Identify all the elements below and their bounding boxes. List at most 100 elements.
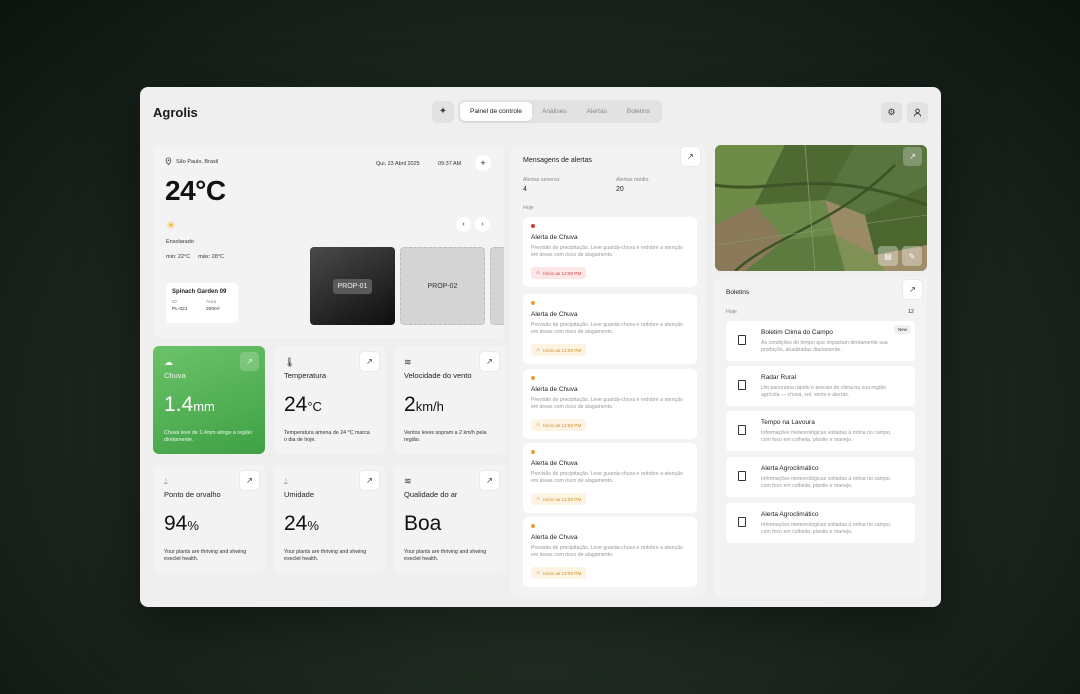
air-icon: ≋ [404,476,412,486]
metric-description: Your plants are thriving and shwing exec… [164,549,247,563]
alert-severity-dot [531,224,535,228]
alert-severity-dot [531,450,535,454]
bulletin-description: As condições do tempo que impactam diret… [761,340,888,353]
metric-description: Your plants are thriving and shwing exec… [404,549,487,563]
metric-value: Boa [404,512,442,535]
expand-arrow-icon[interactable]: ↗ [240,471,259,490]
property-area-label: Área [206,300,217,305]
mid-alerts-count: 20 [616,186,624,193]
bulletin-item[interactable]: Tempo na Lavoura Informações meteorológic… [726,411,915,451]
sparkle-icon[interactable]: ✦ [432,100,454,123]
metric-title: Ponto de orvalho [164,490,221,499]
location: São Paulo, Brasil [165,157,218,167]
bulletin-title: Radar Rural [761,374,797,381]
expand-arrow-icon[interactable]: ↗ [360,352,379,371]
pencil-icon[interactable]: ✎ [902,246,922,266]
metric-title: Velocidade do vento [404,371,472,380]
thermometer-icon: 🌡︎ [284,357,296,367]
alert-description: Previsão de precipitação. Leve guarda-ch… [531,322,683,336]
alert-item[interactable]: Alerta de Chuva Previsão de precipitação.… [523,443,697,513]
alert-item[interactable]: Alerta de Chuva Previsão de precipitação.… [523,517,697,587]
sun-icon: ☀ [166,220,176,232]
mid-alerts-stat: Alertas médio 20 [616,177,649,193]
property-tile-1[interactable]: PROP-01 [310,247,395,325]
document-icon [738,425,746,435]
bulletins-title: Boletins [726,289,750,296]
dew-point-card[interactable]: 💧︎ ↗ Ponto de orvalho 94% Your plants ar… [153,465,265,573]
air-quality-card[interactable]: ≋ ↗ Qualidade do ar Boa Your plants are … [393,465,505,573]
tab-analises[interactable]: Análises [532,102,577,121]
alert-time-badge: ⚠ Início as 12:00 PM [531,419,587,431]
alerts-title: Mensagens de alertas [523,157,592,164]
settings-icon[interactable]: ⚙ [881,102,902,123]
carousel-nav: ‹ › [456,217,490,232]
tab-alertas[interactable]: Alertas [577,102,617,121]
bulletin-description: Um panorama rápido e preciso do clima na… [761,385,886,398]
alert-item[interactable]: Alerta de Chuva Previsão de precipitação.… [523,369,697,439]
bulletin-item[interactable]: Alerta Agroclimático Informações meteorol… [726,457,915,497]
property-id-value: PL-02J [172,307,188,312]
max-temp: máx: 28°C [198,254,224,260]
warning-icon: ⚠ [536,270,541,275]
metric-title: Chuva [164,371,186,380]
alert-title: Alerta de Chuva [531,534,578,541]
expand-arrow-icon[interactable]: ↗ [360,471,379,490]
app-window: Agrolis ✦ Painel de controle Análises Al… [140,87,941,607]
humidity-card[interactable]: 💧︎ ↗ Umidade 24% Your plants are thrivin… [273,465,385,573]
droplet-icon: 💧︎ [284,476,288,486]
alert-severity-dot [531,376,535,380]
severe-alerts-stat: Alertas severos 4 [523,177,560,193]
metric-title: Qualidade do ar [404,490,458,499]
user-icon[interactable] [907,102,928,123]
current-temperature: 24°C [165,175,226,206]
weather-condition: Ensolarado [166,239,194,245]
bulletin-description: Informações meteorológicas voltadas à ro… [761,476,892,489]
property-tile-3[interactable] [490,247,504,325]
expand-arrow-icon[interactable]: ↗ [480,352,499,371]
bulletin-item[interactable]: Radar Rural Um panorama rápido e preciso … [726,366,915,406]
property-tile-2[interactable]: PROP-02 [400,247,485,325]
alert-item[interactable]: Alerta de Chuva Previsão de precipitação.… [523,294,697,364]
temperature-card[interactable]: 🌡︎ ↗ Temperatura 24°C Temperatura amena … [273,346,385,454]
alert-time-badge: ⚠ Início as 12:00 PM [531,493,587,505]
tab-boletins[interactable]: Boletins [617,102,660,121]
alert-description: Previsão de precipitação. Leve guarda-ch… [531,545,683,559]
rain-card[interactable]: ☁ ↗ Chuva 1.4mm Chuva leve de 1.4mm atin… [153,346,265,454]
property-name: Spinach Garden 09 [172,289,227,295]
alert-item[interactable]: Alerta de Chuva Previsão de precipitação.… [523,217,697,287]
top-nav: ✦ Painel de controle Análises Alertas Bo… [432,100,662,123]
expand-arrow-icon[interactable]: ↗ [903,147,922,166]
document-icon [738,517,746,527]
expand-arrow-icon[interactable]: ↗ [480,471,499,490]
expand-arrow-icon[interactable]: ↗ [240,352,259,371]
expand-arrow-icon[interactable]: ↗ [681,147,700,166]
layers-icon[interactable]: ▤ [878,246,898,266]
alert-title: Alerta de Chuva [531,234,578,241]
chevron-left-icon[interactable]: ‹ [456,217,471,232]
wind-card[interactable]: ≋ ↗ Velocidade do vento 2km/h Ventos lev… [393,346,505,454]
metric-value: 2km/h [404,393,444,416]
alerts-today-label: Hoje [523,205,534,211]
bulletins-today-label: Hoje [726,309,737,315]
chevron-right-icon[interactable]: › [475,217,490,232]
top-actions: ⚙ [881,102,928,123]
add-button[interactable]: + [475,155,491,171]
tab-painel[interactable]: Painel de controle [460,102,533,121]
bulletin-description: Informações meteorológicas voltadas à ro… [761,430,892,443]
app-title: Agrolis [153,105,198,120]
property-card[interactable]: Spinach Garden 09 ID Área PL-02J 200m² [166,283,238,323]
tab-bar: Painel de controle Análises Alertas Bole… [458,100,662,123]
expand-arrow-icon[interactable]: ↗ [903,280,922,299]
bulletin-item[interactable]: Alerta Agroclimático Informações meteorol… [726,503,915,543]
alert-time-badge: ⚠ Início as 12:00 PM [531,267,587,279]
document-icon [738,380,746,390]
property-id-label: ID [172,300,177,305]
location-text: São Paulo, Brasil [176,159,219,165]
metric-description: Ventos leves sopram a 2 km/h pela região… [404,430,487,444]
bulletin-item[interactable]: Boletim Clima do Campo As condições do te… [726,321,915,361]
date: Qui, 23 Abril 2025 [376,161,420,167]
alert-severity-dot [531,301,535,305]
satellite-map[interactable]: ↗ ▤ ✎ [715,145,927,271]
min-temp: min: 22°C [166,254,191,260]
alert-time-badge: ⚠ Início as 12:00 PM [531,344,587,356]
